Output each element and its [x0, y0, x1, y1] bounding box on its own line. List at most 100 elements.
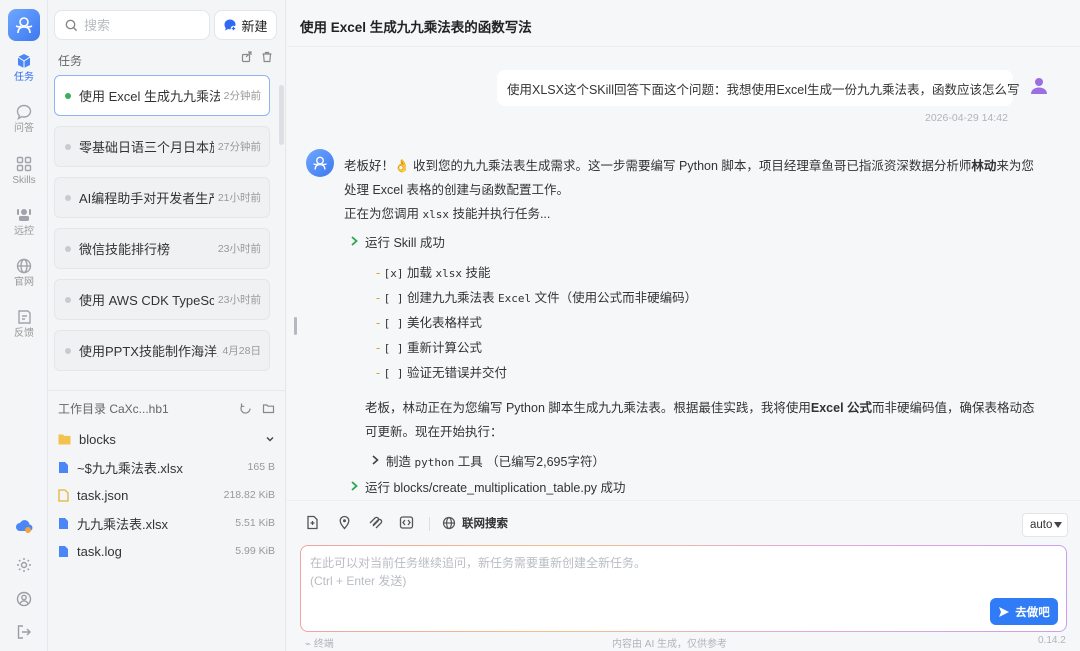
file-size: 5.99 KiB	[235, 545, 275, 557]
todo-box: [ ]	[383, 292, 404, 305]
skill-run-label: 运行 Skill 成功	[365, 235, 445, 250]
trash-icon[interactable]	[261, 51, 273, 63]
send-arrow-icon	[998, 606, 1010, 618]
msg-text: 而非硬编码值，确保表格动态	[872, 401, 1035, 415]
account-icon[interactable]	[0, 590, 48, 608]
file-row[interactable]: 九九乘法表.xlsx 5.51 KiB	[48, 509, 285, 537]
task-list-scrollbar[interactable]	[279, 85, 284, 145]
todo-text: 重新计算公式	[407, 341, 483, 355]
file-row[interactable]: task.json 218.82 KiB	[48, 481, 285, 509]
todo-item: - [ ] 美化表格样式	[376, 316, 483, 330]
settings-gear-icon[interactable]	[0, 556, 48, 574]
mode-select[interactable]: auto	[1022, 513, 1068, 537]
rail-label-skills: Skills	[12, 175, 36, 186]
todo-text: 加载	[407, 266, 436, 280]
search-input[interactable]	[84, 17, 194, 33]
todo-text: 创建九九乘法表	[407, 291, 498, 305]
rail-item-remote[interactable]: 远控	[0, 206, 48, 238]
rail-item-website[interactable]: 官网	[0, 257, 48, 289]
msg-text: 可更新。现在开始执行：	[365, 425, 503, 439]
msg-text: 老板，林动正在为您编写 Python 脚本生成九九乘法表。根据最佳实践，我将使用	[365, 401, 811, 415]
terminal-label: 终端	[313, 639, 334, 650]
tasks-section-title: 任务	[58, 54, 83, 68]
file-name: blocks	[79, 431, 116, 447]
working-directory: 工作目录 CaXc...hb1 blocks ~$九九乘法表.xlsx 165 …	[48, 390, 285, 565]
msg-text: 处理 Excel 表格的创建与函数配置工作。	[344, 183, 570, 197]
todo-box: [ ]	[383, 342, 404, 355]
msg-text: 正在为您调用	[344, 207, 423, 221]
todo-text: 文件（使用公式而非硬编码）	[531, 291, 698, 305]
task-item[interactable]: 微信技能排行榜 23小时前	[54, 228, 270, 269]
export-icon[interactable]	[241, 51, 253, 63]
prompt-input[interactable]	[310, 554, 970, 598]
chevron-right-icon	[350, 481, 359, 491]
code-icon[interactable]	[399, 515, 414, 530]
rail-item-tasks[interactable]: 任务	[0, 52, 48, 84]
task-item[interactable]: 零基础日语三个月日本旅行学习计划27分钟前	[54, 126, 270, 167]
task-time: 2分钟前	[223, 90, 261, 102]
tool-build-toggle[interactable]: 制造 python 工具 （已编写2,695字符）	[371, 448, 1024, 472]
inline-code: xlsx	[435, 267, 462, 280]
send-button[interactable]: 去做吧	[990, 598, 1058, 625]
inline-code: Excel	[497, 292, 532, 305]
task-time: 23小时前	[217, 243, 261, 255]
toolbar-divider	[429, 517, 430, 531]
cloud-sync-icon[interactable]	[0, 516, 48, 536]
rail-label-tasks: 任务	[14, 72, 34, 83]
progress-paragraph: 老板，林动正在为您编写 Python 脚本生成九九乘法表。根据最佳实践，我将使用…	[365, 396, 1035, 444]
prompt-box: 去做吧	[300, 545, 1067, 632]
script-run-label: 运行 blocks/create_multiplication_table.py…	[365, 480, 626, 495]
page-title: 使用 Excel 生成九九乘法表的函数写法	[300, 20, 532, 35]
task-panel: 新建 任务 使用 Excel 生成九九乘法表的函数写法2分钟前 零基础日语三个月…	[48, 0, 286, 651]
web-search-toggle[interactable]: 联网搜索	[442, 515, 508, 531]
task-name: AI编程助手对开发者生产力的影响	[79, 191, 214, 206]
version-label: 0.14.2	[1038, 635, 1066, 646]
rail-label-remote: 远控	[14, 226, 34, 237]
location-pin-icon[interactable]	[337, 515, 352, 530]
task-time: 23小时前	[217, 294, 261, 306]
rail-item-feedback[interactable]: 反馈	[0, 308, 48, 340]
file-row-folder[interactable]: blocks	[48, 425, 285, 453]
send-label: 去做吧	[1015, 606, 1050, 619]
file-icon	[58, 461, 69, 474]
new-chat-icon	[223, 18, 237, 32]
panel-resize-handle[interactable]	[294, 317, 297, 335]
attach-file-icon[interactable]	[305, 515, 320, 530]
task-name: 零基础日语三个月日本旅行学习计划	[79, 140, 214, 155]
msg-text: 老板好！👌 收到您的九九乘法表生成需求。这一步需要编写 Python 脚本，项目…	[344, 159, 972, 173]
refresh-icon[interactable]	[239, 402, 252, 415]
user-avatar-icon	[1028, 75, 1050, 97]
file-name: task.json	[77, 487, 129, 503]
script-run-toggle[interactable]: 运行 blocks/create_multiplication_table.py…	[350, 474, 1024, 498]
new-task-button[interactable]: 新建	[214, 10, 277, 40]
message-timestamp: 2026-04-29 14:42	[925, 112, 1008, 124]
chat-bubble-icon	[15, 103, 33, 121]
mode-value: auto	[1030, 519, 1053, 531]
workdir-title: 工作目录 CaXc...hb1	[58, 401, 169, 416]
task-item[interactable]: 使用PPTX技能制作海洋主题演示文稿 4月28日	[54, 330, 270, 371]
msg-text: 技能并执行任务...	[448, 207, 551, 221]
file-row[interactable]: ~$九九乘法表.xlsx 165 B	[48, 453, 285, 481]
caret-down-icon	[1054, 522, 1062, 528]
todo-box: [ ]	[383, 367, 404, 380]
chevron-down-icon[interactable]	[265, 434, 275, 444]
status-dot	[65, 296, 71, 303]
skill-run-toggle[interactable]: 运行 Skill 成功	[350, 229, 1024, 253]
file-row[interactable]: task.log 5.99 KiB	[48, 537, 285, 565]
todo-box: [ ]	[383, 317, 404, 330]
task-item[interactable]: AI编程助手对开发者生产力的影响21小时前	[54, 177, 270, 218]
logout-icon[interactable]	[0, 623, 48, 641]
task-name: 使用 AWS CDK TypeScript 部署应用	[79, 293, 214, 308]
task-item[interactable]: 使用 Excel 生成九九乘法表的函数写法2分钟前	[54, 75, 270, 116]
search-box[interactable]	[54, 10, 210, 40]
new-task-label: 新建	[241, 18, 268, 34]
mcp-tools-icon[interactable]	[368, 515, 383, 530]
app-logo-icon[interactable]	[8, 9, 40, 41]
file-name: ~$九九乘法表.xlsx	[77, 460, 183, 476]
open-folder-icon[interactable]	[262, 402, 275, 415]
terminal-toggle[interactable]: ⌁ 终端	[305, 635, 334, 650]
status-dot	[65, 194, 71, 201]
rail-item-qa[interactable]: 问答	[0, 103, 48, 135]
task-item[interactable]: 使用 AWS CDK TypeScript 部署应用23小时前	[54, 279, 270, 320]
rail-item-skills[interactable]: Skills	[0, 155, 48, 187]
